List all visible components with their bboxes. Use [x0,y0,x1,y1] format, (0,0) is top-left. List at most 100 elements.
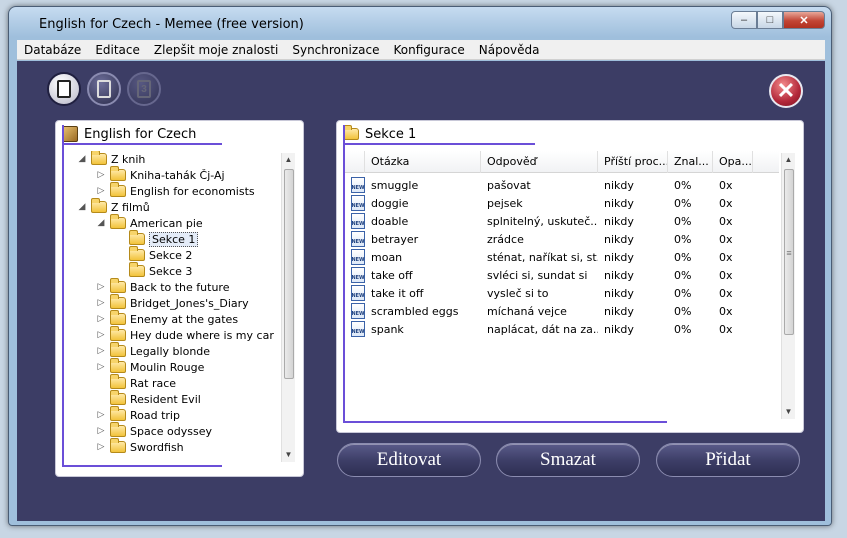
folder-icon [110,374,126,389]
table-row[interactable]: NEW smuggle pašovat nikdy 0% 0x [345,176,753,194]
delete-button[interactable]: Smazat [496,443,640,477]
menu-zlepsit[interactable]: Zlepšit moje znalosti [147,43,285,57]
tree-item[interactable]: ▷ Road trip [95,406,180,423]
tree-expander-icon[interactable]: ▷ [95,442,107,452]
menu-editace[interactable]: Editace [88,43,147,57]
table-row[interactable]: NEW moan sténat, naříkat si, st... nikdy 0% 0… [345,248,753,266]
edit-button[interactable]: Editovat [337,443,481,477]
col-header-repeats[interactable]: Opa... [713,151,753,173]
folder-icon [91,198,107,213]
col-header-question[interactable]: Otázka [365,151,481,173]
tree-item[interactable]: ▷ Space odyssey [95,422,212,439]
table-cell: 0% [674,268,692,282]
tree-expander-icon[interactable]: ▷ [95,170,107,180]
scroll-down-arrow[interactable]: ▼ [282,448,295,462]
menu-napoveda[interactable]: Nápověda [472,43,547,57]
tree-expander-icon[interactable]: ▷ [95,186,107,196]
folder-icon [91,151,107,165]
tree-expander-icon[interactable]: ▷ [95,410,107,420]
tree-item[interactable]: ▷ Legally blonde [95,342,210,359]
tree-item[interactable]: ▷ Back to the future [95,278,229,295]
tree-expander-icon[interactable]: ◢ [95,218,107,228]
tree-expander-icon[interactable]: ◢ [76,202,88,212]
tree-item[interactable]: ◢ Z filmů [76,198,150,215]
tree-item[interactable]: Rat race [95,374,176,391]
table-cell: smuggle [371,178,419,192]
table-row[interactable]: NEW take off svléci si, sundat si nikdy 0% 0x [345,266,753,284]
table-cell: 0x [719,196,733,210]
third-view-button[interactable]: 3 [127,72,161,106]
window-close-button[interactable]: ✕ [783,11,825,29]
tree-item-label: Road trip [130,408,180,422]
tree-item[interactable]: ▷ Bridget_Jones's_Diary [95,294,249,311]
new-item-icon: NEW [351,231,365,247]
menu-databaze[interactable]: Databáze [17,43,88,57]
table-cell: nikdy [604,286,634,300]
tree-item[interactable]: Resident Evil [95,390,201,407]
tree-expander-icon[interactable]: ▷ [95,298,107,308]
checklist-view-button[interactable] [87,72,121,106]
tree-item[interactable]: Sekce 2 [114,246,192,263]
col-header-next-review[interactable]: Příští proc... [598,151,668,173]
grid-scrollbar[interactable]: ▲ ≡ ▼ [781,153,795,419]
tree-item[interactable]: ▷ Moulin Rouge [95,358,204,375]
folder-icon [110,358,126,373]
folder-icon [129,230,145,245]
table-row[interactable]: NEW spank naplácat, dát na za... nikdy 0% 0x [345,320,753,338]
table-cell: moan [371,250,403,264]
table-cell: 0x [719,322,733,336]
table-cell: 0% [674,214,692,228]
scroll-thumb[interactable] [284,169,294,379]
scroll-down-arrow[interactable]: ▼ [782,405,795,419]
tree-item[interactable]: ◢ Z knih [76,151,145,167]
tree-expander-icon[interactable]: ▷ [95,282,107,292]
tree-item[interactable]: ◢ American pie [95,214,203,231]
table-cell: nikdy [604,304,634,318]
tree-item-label: Hey dude where is my car [130,328,274,342]
tree-expander-icon[interactable]: ▷ [95,330,107,340]
maximize-button[interactable]: □ [757,11,783,29]
menu-konfigurace[interactable]: Konfigurace [386,43,471,57]
tree-item-label: Swordfish [130,440,184,454]
document-view-button[interactable] [47,72,81,106]
col-header-answer[interactable]: Odpověď [481,151,598,173]
table-row[interactable]: NEW scrambled eggs míchaná vejce nikdy 0% 0x [345,302,753,320]
tree-expander-icon[interactable]: ▷ [95,314,107,324]
folder-icon [110,326,126,341]
tree-expander-icon[interactable]: ▷ [95,346,107,356]
tree-expander-icon[interactable]: ▷ [95,362,107,372]
col-header-knowledge[interactable]: Znal... [668,151,713,173]
tree-item-label: Sekce 3 [149,264,193,278]
table-row[interactable]: NEW doable splnitelný, uskuteč... nikdy 0% 0x [345,212,753,230]
close-app-button[interactable]: ✕ [769,74,803,108]
scroll-up-arrow[interactable]: ▲ [782,153,795,167]
grid-header-icon-col [345,151,365,173]
tree-scrollbar[interactable]: ▲ ▼ [281,153,295,462]
tree-expander-icon[interactable]: ▷ [95,426,107,436]
tree-item[interactable]: ▷ Kniha-tahák Čj-Aj [95,166,225,183]
tree-item[interactable]: ▷ Hey dude where is my car [95,326,274,343]
table-row[interactable]: NEW betrayer zrádce nikdy 0% 0x [345,230,753,248]
title-bar[interactable]: English for Czech - Memee (free version)… [9,7,831,39]
tree-expander-icon[interactable]: ◢ [76,154,88,164]
panel-header-underline [343,143,535,145]
tree-item[interactable]: ▷ Enemy at the gates [95,310,238,327]
new-item-icon: NEW [351,213,365,229]
document-icon [57,80,71,98]
tree-item[interactable]: ▷ Swordfish [95,438,184,455]
table-cell: 0% [674,196,692,210]
tree-item[interactable]: Sekce 1 [114,230,199,247]
tree-item-label: Bridget_Jones's_Diary [130,296,249,310]
add-button[interactable]: Přidat [656,443,800,477]
scroll-thumb[interactable]: ≡ [784,169,794,335]
table-row[interactable]: NEW doggie pejsek nikdy 0% 0x [345,194,753,212]
tree-item[interactable]: ▷ English for economists [95,182,255,199]
menu-synchronizace[interactable]: Synchronizace [285,43,386,57]
table-row[interactable]: NEW take it off vysleč si to nikdy 0% 0x [345,284,753,302]
scroll-up-arrow[interactable]: ▲ [282,153,295,167]
tree-item[interactable]: Sekce 3 [114,262,193,279]
minimize-button[interactable]: – [731,11,757,29]
table-cell: 0% [674,322,692,336]
table-cell: 0x [719,178,733,192]
table-cell: vysleč si to [487,286,549,300]
